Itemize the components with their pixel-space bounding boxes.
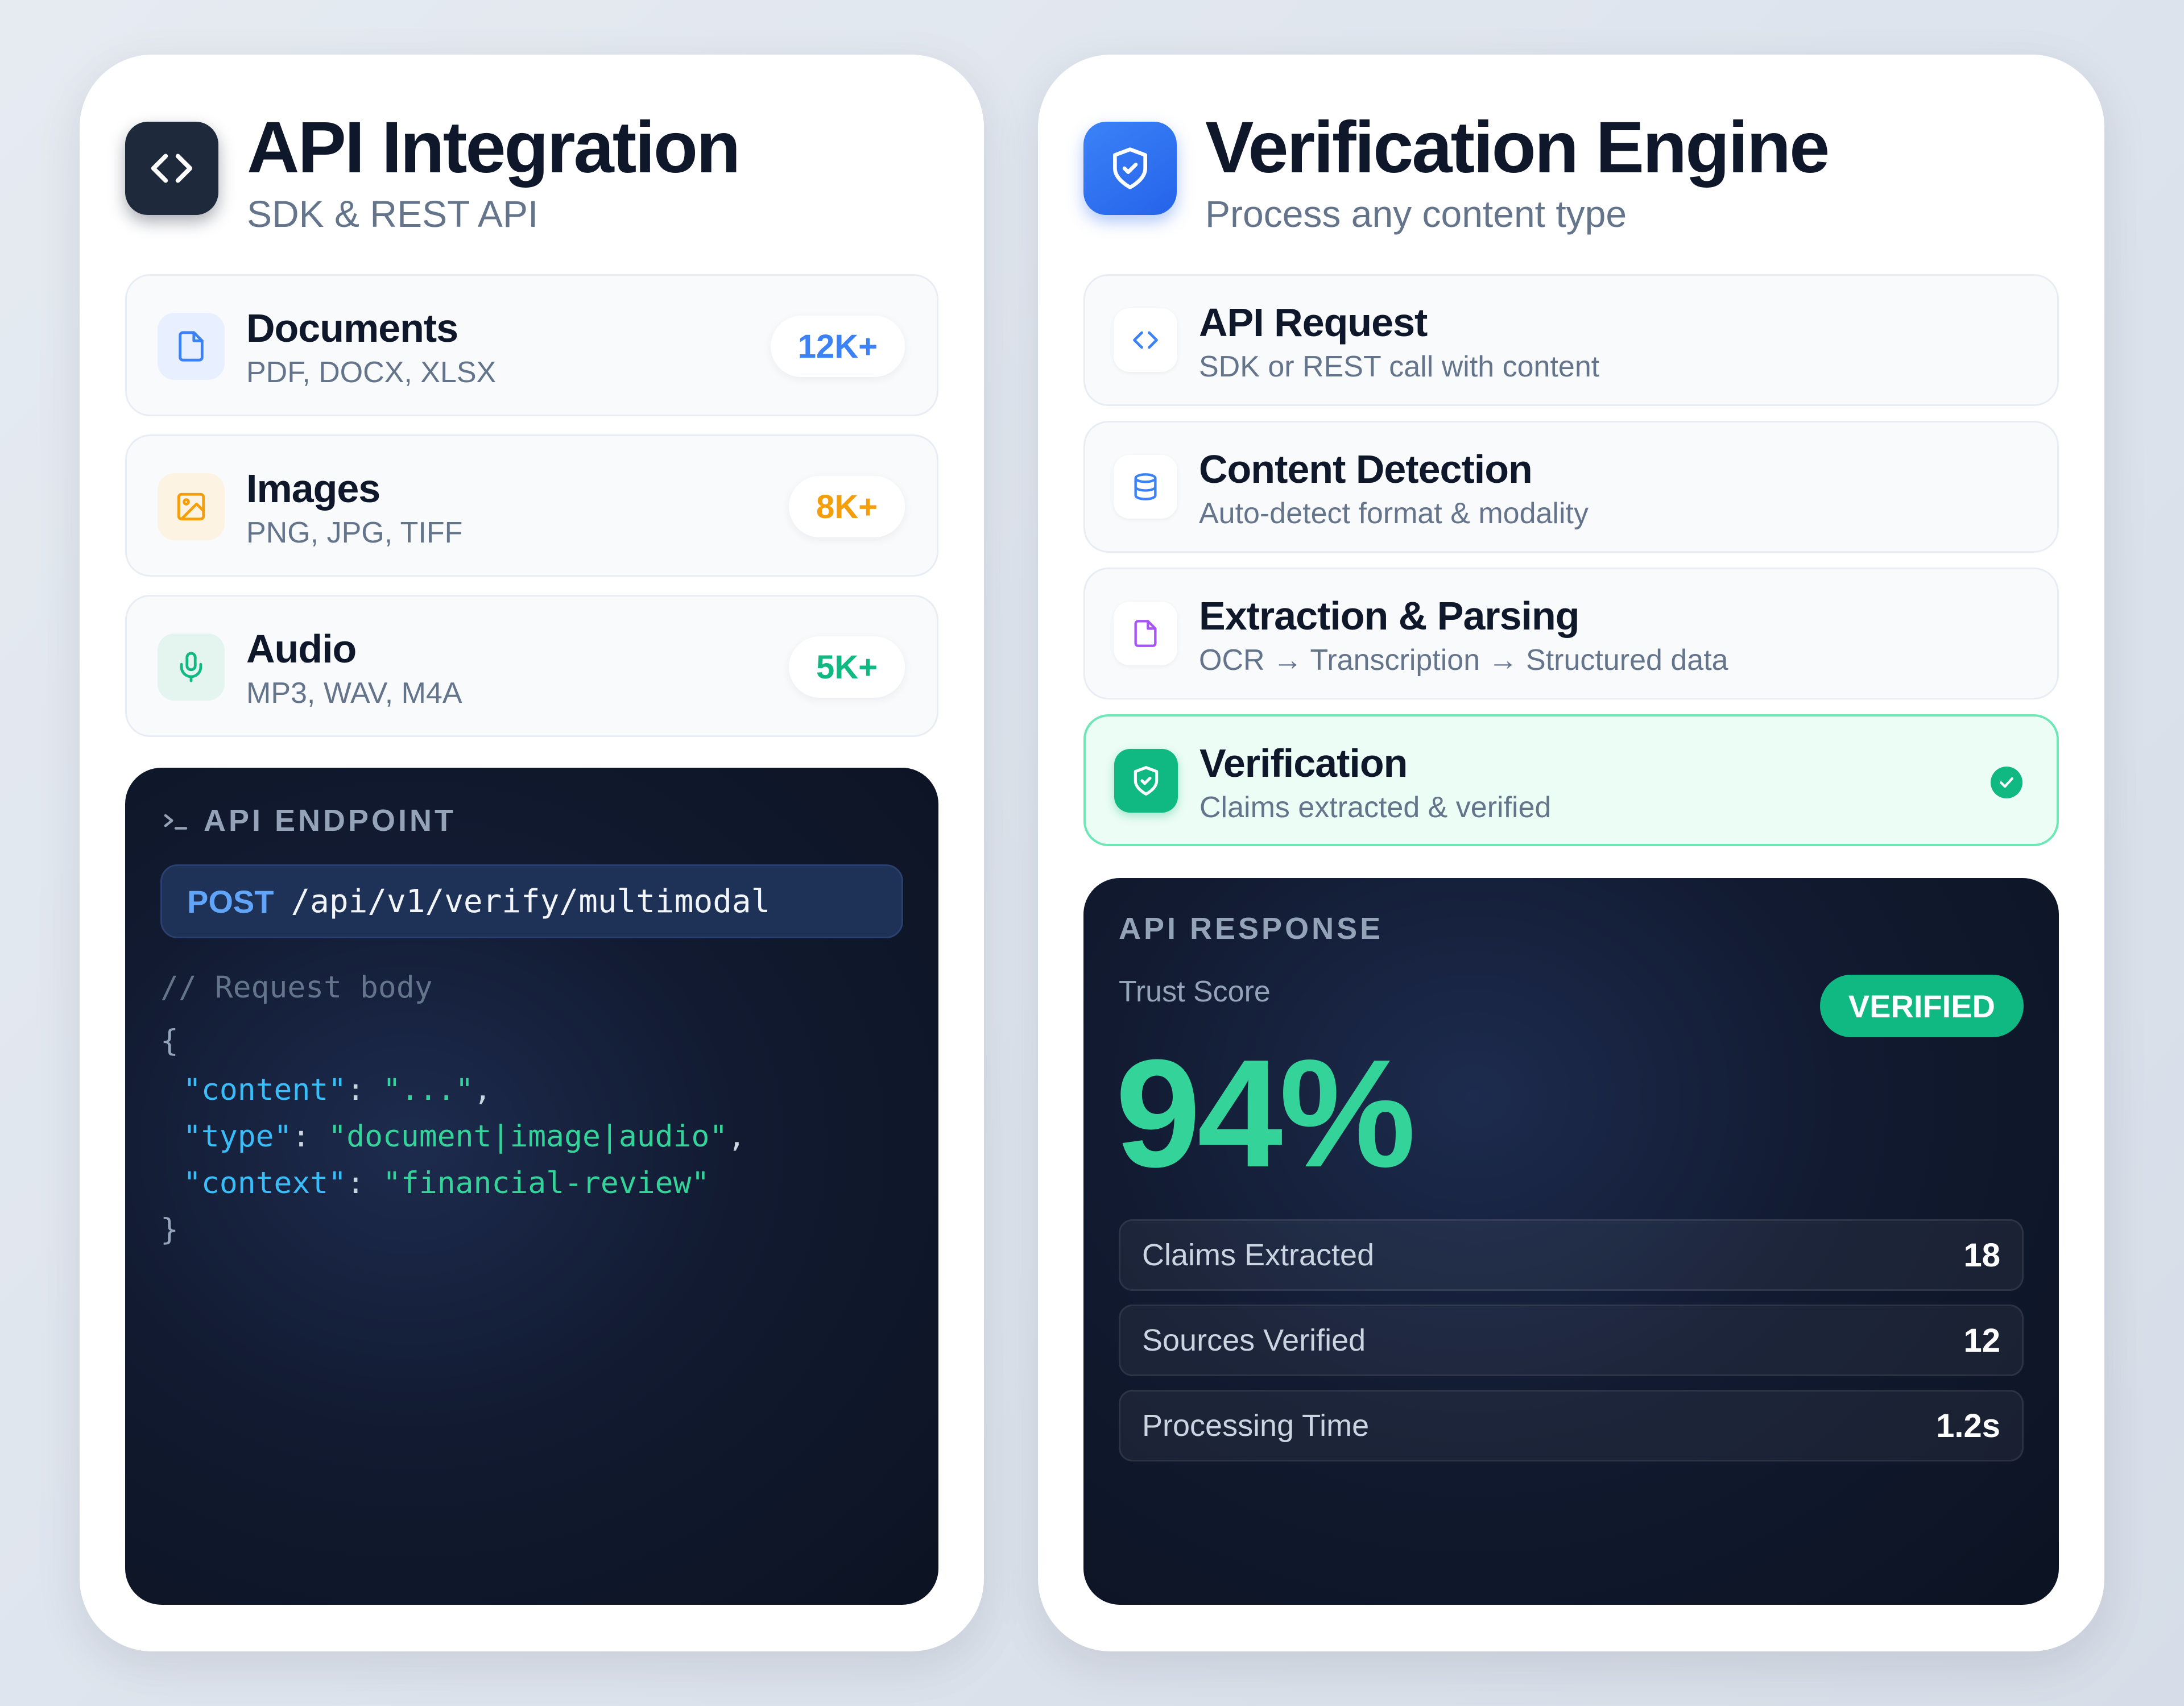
file-type-formats: PDF, DOCX, XLSX — [246, 356, 497, 389]
step-description: Auto-detect format & modality — [1199, 497, 1589, 530]
database-icon — [1114, 455, 1177, 519]
file-type-documents[interactable]: Documents PDF, DOCX, XLSX 12K+ — [125, 274, 938, 416]
file-type-audio[interactable]: Audio MP3, WAV, M4A 5K+ — [125, 595, 938, 737]
metric-processing-time: Processing Time 1.2s — [1119, 1390, 2024, 1461]
http-method: POST — [187, 883, 274, 920]
microphone-icon — [158, 633, 225, 701]
api-endpoint-panel: API ENDPOINT POST /api/v1/verify/multimo… — [125, 768, 938, 1605]
file-type-formats: MP3, WAV, M4A — [246, 677, 462, 710]
card-title: Verification Engine — [1205, 107, 1830, 188]
count-badge: 8K+ — [788, 476, 905, 537]
step-title: API Request — [1199, 300, 1428, 345]
response-label: API RESPONSE — [1119, 912, 1384, 946]
image-icon — [158, 473, 225, 540]
card-title: API Integration — [247, 107, 741, 188]
endpoint-label-text: API ENDPOINT — [204, 804, 457, 838]
step-api-request[interactable]: API Request SDK or REST call with conten… — [1083, 274, 2059, 406]
metric-label: Claims Extracted — [1142, 1238, 1375, 1272]
metric-label: Processing Time — [1142, 1409, 1370, 1443]
document-icon — [158, 313, 225, 380]
json-value: "document|image|audio" — [328, 1119, 728, 1154]
status-badge: VERIFIED — [1819, 975, 2024, 1037]
code-icon — [1114, 308, 1177, 372]
file-type-title: Audio — [246, 627, 357, 671]
step-title: Extraction & Parsing — [1199, 594, 1580, 638]
card-subtitle: Process any content type — [1205, 193, 1627, 235]
metric-value: 12 — [1963, 1322, 2000, 1359]
code-line-type: "type": "document|image|audio", — [183, 1119, 746, 1154]
check-circle-icon — [1991, 767, 2022, 798]
count-badge: 12K+ — [770, 316, 905, 377]
metric-claims-extracted: Claims Extracted 18 — [1119, 1219, 2024, 1291]
step-verification[interactable]: Verification Claims extracted & verified — [1083, 714, 2059, 846]
metric-label: Sources Verified — [1142, 1323, 1366, 1357]
code-icon — [125, 122, 218, 215]
endpoint-label: API ENDPOINT — [160, 803, 456, 838]
step-description: SDK or REST call with content — [1199, 350, 1600, 383]
code-open-brace: { — [160, 1024, 179, 1058]
card-subtitle: SDK & REST API — [247, 193, 539, 235]
json-value: "financial-review" — [383, 1166, 710, 1200]
trust-score-value: 94% — [1115, 1028, 1416, 1199]
metric-sources-verified: Sources Verified 12 — [1119, 1305, 2024, 1376]
file-type-formats: PNG, JPG, TIFF — [246, 516, 463, 549]
terminal-icon — [164, 814, 188, 830]
file-type-title: Documents — [246, 306, 458, 350]
file-type-images[interactable]: Images PNG, JPG, TIFF 8K+ — [125, 434, 938, 577]
step-title: Verification — [1199, 741, 1408, 785]
json-key: "context" — [183, 1166, 347, 1200]
step-description: Claims extracted & verified — [1199, 791, 1552, 824]
verification-engine-header: Verification Engine Process any content … — [1083, 107, 1830, 235]
shield-check-icon — [1114, 749, 1178, 813]
json-value: "..." — [383, 1073, 474, 1107]
file-type-title: Images — [246, 466, 380, 511]
json-key: "type" — [183, 1119, 292, 1154]
metric-value: 18 — [1963, 1236, 2000, 1274]
step-extraction-parsing[interactable]: Extraction & Parsing OCR → Transcription… — [1083, 568, 2059, 699]
shield-icon — [1083, 122, 1177, 215]
file-icon — [1114, 602, 1177, 665]
code-comment: // Request body — [160, 970, 433, 1005]
json-key: "content" — [183, 1073, 347, 1107]
code-close-brace: } — [160, 1212, 179, 1247]
count-badge: 5K+ — [788, 636, 905, 698]
endpoint-url[interactable]: POST /api/v1/verify/multimodal — [160, 864, 903, 938]
step-title: Content Detection — [1199, 447, 1533, 491]
api-response-panel: API RESPONSE Trust Score VERIFIED 94% Cl… — [1083, 878, 2059, 1605]
code-line-context: "context": "financial-review" — [183, 1166, 710, 1200]
code-line-content: "content": "...", — [183, 1073, 492, 1107]
trust-score-label: Trust Score — [1119, 975, 1271, 1008]
step-content-detection[interactable]: Content Detection Auto-detect format & m… — [1083, 421, 2059, 553]
verification-engine-card: Verification Engine Process any content … — [1038, 55, 2104, 1651]
endpoint-path: /api/v1/verify/multimodal — [291, 883, 771, 920]
metric-value: 1.2s — [1936, 1407, 2000, 1444]
api-integration-header: API Integration SDK & REST API — [125, 107, 741, 235]
step-description: OCR → Transcription → Structured data — [1199, 644, 1728, 677]
api-integration-card: API Integration SDK & REST API Documents… — [80, 55, 984, 1651]
